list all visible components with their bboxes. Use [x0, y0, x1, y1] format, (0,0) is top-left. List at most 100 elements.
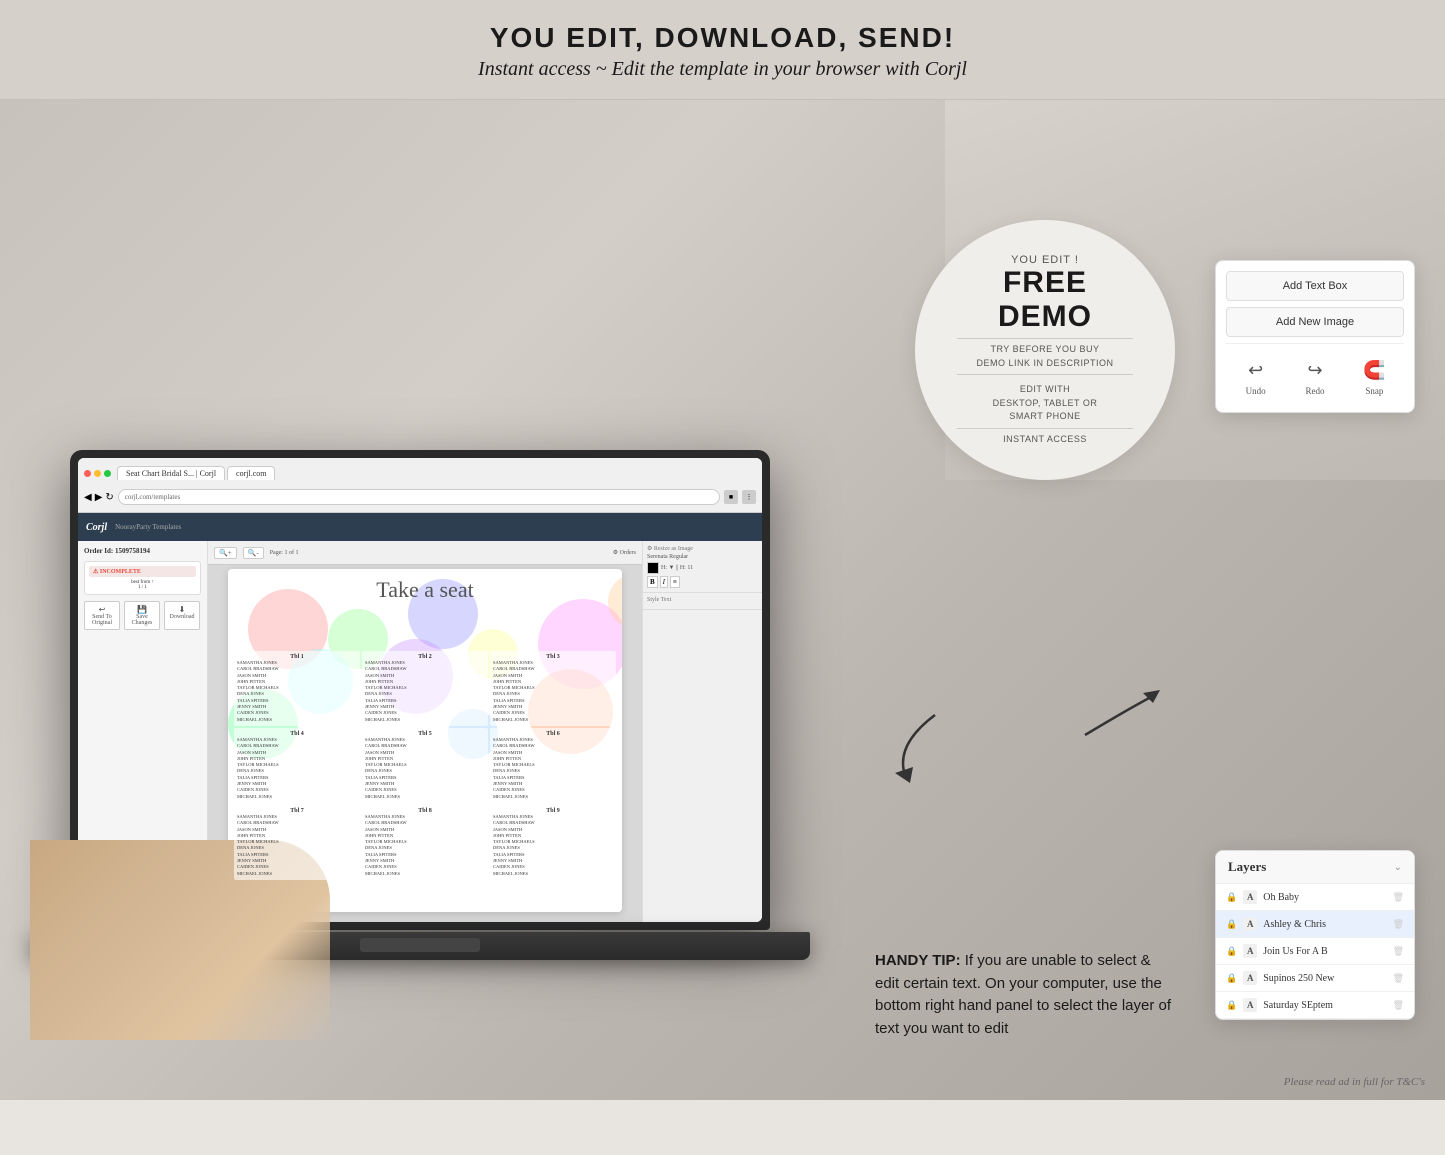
snap-label: Snap	[1365, 386, 1383, 396]
zoom-out-btn[interactable]: 🔍-	[243, 547, 264, 559]
layer-name-4: Saturday SEptem	[1263, 1000, 1386, 1011]
close-dot	[84, 470, 91, 477]
layer-delete-icon-4[interactable]: 🗑	[1393, 1000, 1404, 1011]
browser-tab-2[interactable]: corjl.com	[227, 466, 275, 480]
table-col-5: Tbl 6SAMANTHA JONESCAROL BRADSHAWJASON S…	[490, 728, 616, 803]
incomplete-badge: ⚠ INCOMPLETE best from ↑ 1 / 1	[84, 561, 201, 595]
snap-item: 🧲 Snap	[1360, 356, 1388, 396]
layer-lock-icon-2: 🔒	[1226, 946, 1237, 957]
guest-name: MICHAEL JONES	[493, 794, 613, 800]
layer-delete-icon-0[interactable]: 🗑	[1393, 892, 1404, 903]
demo-instant: INSTANT ACCESS	[1003, 433, 1087, 447]
window-controls	[84, 470, 111, 477]
browser-tab-1[interactable]: Seat Chart Bridal S... | Corjl	[117, 466, 225, 480]
undo-icon[interactable]: ↩	[1242, 356, 1270, 384]
extension-icon: ■	[724, 490, 738, 504]
panel-text-label: ⚙ Resize as Image	[647, 545, 758, 552]
orders-btn[interactable]: ⚙ Orders	[613, 549, 636, 556]
back-button[interactable]: ◀	[84, 492, 92, 503]
layer-lock-icon-1: 🔒	[1226, 919, 1237, 930]
url-bar[interactable]: corjl.com/templates	[118, 489, 720, 505]
panel-divider	[1226, 343, 1404, 344]
refresh-button[interactable]: ↻	[105, 492, 113, 503]
corjl-header: Corjl NoorayParty Templates	[78, 513, 762, 541]
layer-name-1: Ashley & Chris	[1263, 919, 1386, 930]
redo-icon[interactable]: ↪	[1301, 356, 1329, 384]
main-content: Seat Chart Bridal S... | Corjl corjl.com…	[0, 100, 1445, 1100]
sidebar-actions: ↩ Send To Original 💾 Save Changes ⬇ Down…	[84, 601, 201, 630]
undo-item: ↩ Undo	[1242, 356, 1270, 396]
save-changes-btn[interactable]: 💾 Save Changes	[124, 601, 160, 630]
layer-delete-icon-3[interactable]: 🗑	[1393, 973, 1404, 984]
layer-name-2: Join Us For A B	[1263, 946, 1386, 957]
guest-name: MICHAEL JONES	[365, 794, 485, 800]
layer-item-3[interactable]: 🔒 A Supinos 250 New 🗑	[1216, 965, 1414, 992]
demo-free-text: FREE	[1003, 266, 1087, 300]
free-demo-circle: YOU EDIT ! FREE DEMO TRY BEFORE YOU BUY …	[915, 220, 1175, 480]
snap-icon[interactable]: 🧲	[1360, 356, 1388, 384]
table-col-2: Tbl 3SAMANTHA JONESCAROL BRADSHAWJASON S…	[490, 651, 616, 726]
handy-tip: HANDY TIP: If you are unable to select &…	[875, 950, 1175, 1040]
maximize-dot	[104, 470, 111, 477]
align-left-btn[interactable]: ≡	[670, 576, 680, 588]
panel-style-section: Style Text	[643, 593, 762, 610]
layer-lock-icon-3: 🔒	[1226, 973, 1237, 984]
toolbar-icons: ■ ⋮	[724, 490, 756, 504]
font-size: H: ▼ || H: 11	[661, 565, 693, 571]
browser-controls: ◀ ▶ ↻ corjl.com/templates ■ ⋮	[84, 486, 756, 508]
guest-name: MICHAEL JONES	[237, 871, 357, 877]
canvas-toolbar: 🔍+ 🔍- Page: 1 of 1 ⚙ Orders	[208, 541, 642, 565]
layer-delete-icon-1[interactable]: 🗑	[1393, 919, 1404, 930]
corjl-canvas-area: 🔍+ 🔍- Page: 1 of 1 ⚙ Orders	[208, 541, 642, 922]
color-swatch[interactable]	[647, 562, 659, 574]
minimize-dot	[94, 470, 101, 477]
panel-text-section: ⚙ Resize as Image Serenata Regular H: ▼ …	[643, 541, 762, 593]
demo-edit-with: EDIT WITH DESKTOP, TABLET OR SMART PHONE	[993, 383, 1098, 424]
bold-btn[interactable]: B	[647, 576, 658, 588]
order-id: Order Id: 1509758194	[84, 547, 201, 555]
send-original-btn[interactable]: ↩ Send To Original	[84, 601, 120, 630]
floating-corjl-panel: Add Text Box Add New Image ↩ Undo ↪ Redo…	[1215, 260, 1415, 413]
download-btn[interactable]: ⬇ Download	[164, 601, 200, 630]
layer-name-0: Oh Baby	[1263, 892, 1386, 903]
layer-item-4[interactable]: 🔒 A Saturday SEptem 🗑	[1216, 992, 1414, 1019]
layer-item-1[interactable]: 🔒 A Ashley & Chris 🗑	[1216, 911, 1414, 938]
demo-demo-text: DEMO	[998, 300, 1092, 334]
layer-item-0[interactable]: 🔒 A Oh Baby 🗑	[1216, 884, 1414, 911]
redo-label: Redo	[1305, 386, 1324, 396]
incomplete-text: ⚠ INCOMPLETE	[93, 568, 192, 575]
zoom-in-btn[interactable]: 🔍+	[214, 547, 237, 559]
seating-chart-title: Take a seat	[228, 569, 622, 607]
corjl-logo: Corjl	[86, 522, 107, 533]
table-col-4: Tbl 5SAMANTHA JONESCAROL BRADSHAWJASON S…	[362, 728, 488, 803]
layers-chevron-icon[interactable]: ⌄	[1394, 862, 1402, 873]
laptop: Seat Chart Bridal S... | Corjl corjl.com…	[30, 210, 790, 1040]
layers-list: 🔒 A Oh Baby 🗑 🔒 A Ashley & Chris 🗑 🔒 A J…	[1216, 884, 1414, 1019]
layer-type-1: A	[1243, 917, 1257, 931]
panel-icons: ↩ Undo ↪ Redo 🧲 Snap	[1226, 350, 1404, 402]
layer-type-2: A	[1243, 944, 1257, 958]
corjl-right-panel: ⚙ Resize as Image Serenata Regular H: ▼ …	[642, 541, 762, 922]
layer-item-2[interactable]: 🔒 A Join Us For A B 🗑	[1216, 938, 1414, 965]
corjl-nav: NoorayParty Templates	[115, 523, 181, 531]
font-family: Serenata Regular	[647, 554, 758, 560]
text-formatting: B I ≡	[647, 576, 758, 588]
guest-name: MICHAEL JONES	[237, 794, 357, 800]
layer-lock-icon-0: 🔒	[1226, 892, 1237, 903]
add-new-image-btn[interactable]: Add New Image	[1226, 307, 1404, 337]
guest-name: MICHAEL JONES	[237, 717, 357, 723]
guest-name: MICHAEL JONES	[365, 871, 485, 877]
layer-type-3: A	[1243, 971, 1257, 985]
table-col-8: Tbl 9SAMANTHA JONESCAROL BRADSHAWJASON S…	[490, 805, 616, 880]
table-col-0: Tbl 1SAMANTHA JONESCAROL BRADSHAWJASON S…	[234, 651, 360, 726]
add-text-box-btn[interactable]: Add Text Box	[1226, 271, 1404, 301]
demo-try-text: TRY BEFORE YOU BUY DEMO LINK IN DESCRIPT…	[976, 343, 1113, 370]
layer-delete-icon-2[interactable]: 🗑	[1393, 946, 1404, 957]
banner-subline: Instant access ~ Edit the template in yo…	[20, 58, 1425, 81]
italic-btn[interactable]: I	[660, 576, 668, 588]
tc-text: Please read ad in full for T&C's	[1284, 1076, 1425, 1088]
table-col-7: Tbl 8SAMANTHA JONESCAROL BRADSHAWJASON S…	[362, 805, 488, 880]
forward-button[interactable]: ▶	[95, 492, 103, 503]
menu-icon[interactable]: ⋮	[742, 490, 756, 504]
top-banner: YOU EDIT, DOWNLOAD, SEND! Instant access…	[0, 0, 1445, 100]
